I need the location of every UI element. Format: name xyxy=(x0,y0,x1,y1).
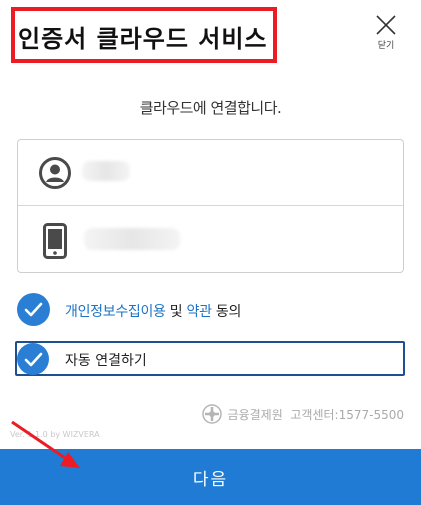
support-number: 고객센터:1577-5500 xyxy=(290,407,404,422)
agreement-row: 개인정보수집이용 및 약관 동의 xyxy=(17,293,337,327)
auto-connect-label: 자동 연결하기 xyxy=(65,353,147,369)
phone-field[interactable] xyxy=(18,207,403,273)
login-form xyxy=(17,139,404,273)
mobile-phone-icon xyxy=(43,223,67,263)
close-button[interactable]: 닫기 xyxy=(366,14,406,58)
check-icon xyxy=(24,302,43,317)
close-icon xyxy=(376,15,396,35)
consent-text: 동의 xyxy=(215,304,242,320)
auto-connect-row[interactable]: 자동 연결하기 xyxy=(17,343,317,376)
next-button[interactable]: 다음 xyxy=(0,449,421,505)
subtitle: 클라우드에 연결합니다. xyxy=(139,99,282,117)
provider-info: 금융결제원 고객센터:1577-5500 xyxy=(201,404,404,424)
kftc-logo-icon xyxy=(201,404,222,424)
user-circle-icon xyxy=(39,157,71,193)
close-label: 닫기 xyxy=(377,41,395,51)
auto-connect-checkbox[interactable] xyxy=(17,343,49,375)
name-field[interactable] xyxy=(18,140,403,206)
phone-masked-value xyxy=(84,228,180,250)
version-text: Ver. 1.1.0 by WIZVERA xyxy=(10,430,100,439)
page-title: 인증서 클라우드 서비스 xyxy=(18,25,268,53)
name-masked-value xyxy=(82,161,130,181)
and-text: 및 xyxy=(169,304,183,320)
terms-link[interactable]: 약관 xyxy=(187,304,212,320)
agreement-text: 개인정보수집이용 및 약관 동의 xyxy=(65,301,241,321)
check-icon xyxy=(24,352,43,367)
privacy-link[interactable]: 개인정보수집이용 xyxy=(65,304,166,320)
provider-name: 금융결제원 xyxy=(227,407,283,422)
agreement-checkbox[interactable] xyxy=(17,293,50,326)
